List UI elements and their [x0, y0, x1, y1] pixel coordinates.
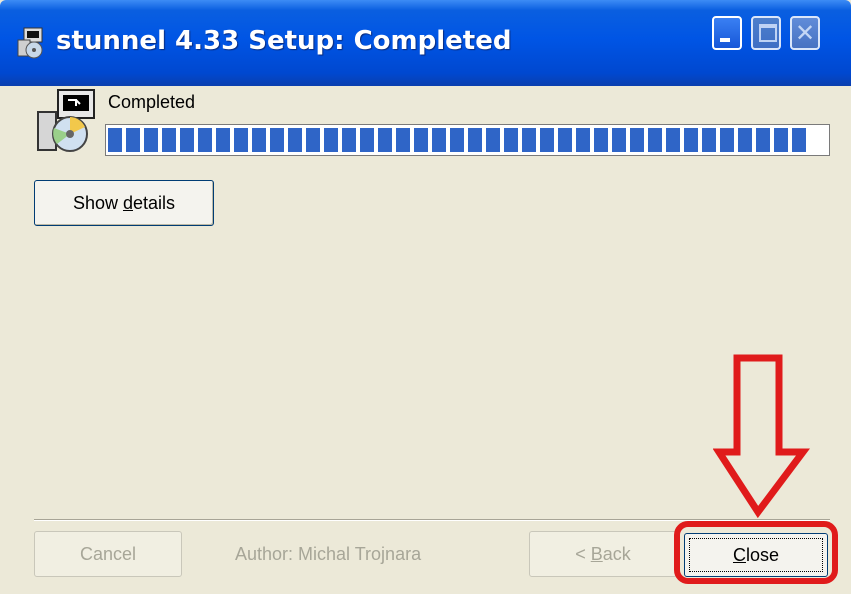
progress-block	[270, 128, 284, 152]
status-label: Completed	[108, 92, 196, 112]
progress-block	[432, 128, 446, 152]
progress-block	[216, 128, 230, 152]
cancel-button[interactable]: Cancel	[34, 531, 182, 577]
progress-fill	[108, 128, 827, 152]
progress-block	[288, 128, 302, 152]
close-icon[interactable]: ✕	[790, 16, 820, 50]
setup-window: stunnel 4.33 Setup: Completed ✕ Complete…	[0, 0, 851, 594]
progress-block	[792, 128, 806, 152]
progress-block	[576, 128, 590, 152]
progress-block	[612, 128, 626, 152]
progress-block	[630, 128, 644, 152]
progress-block	[540, 128, 554, 152]
close-highlight	[674, 521, 838, 584]
show-details-label-post: etails	[133, 193, 176, 213]
window-title: stunnel 4.33 Setup: Completed	[56, 26, 512, 56]
progress-block	[702, 128, 716, 152]
setup-app-icon	[17, 27, 43, 59]
progress-block	[504, 128, 518, 152]
back-accesskey: B	[590, 544, 603, 564]
progress-block	[180, 128, 194, 152]
show-details-label-pre: Show	[72, 193, 123, 213]
title-bar[interactable]: stunnel 4.33 Setup: Completed ✕	[0, 0, 851, 86]
progress-block	[162, 128, 176, 152]
progress-block	[774, 128, 788, 152]
show-details-accesskey: d	[122, 193, 133, 213]
progress-block	[342, 128, 356, 152]
progress-block	[756, 128, 770, 152]
back-button[interactable]: < Back	[529, 531, 677, 577]
progress-block	[144, 128, 158, 152]
progress-block	[594, 128, 608, 152]
progress-block	[252, 128, 266, 152]
progress-block	[378, 128, 392, 152]
progress-block	[450, 128, 464, 152]
progress-block	[126, 128, 140, 152]
back-label-post: ack	[602, 544, 631, 564]
progress-block	[486, 128, 500, 152]
progress-block	[414, 128, 428, 152]
red-down-arrow	[713, 354, 810, 518]
progress-block	[720, 128, 734, 152]
progress-block	[234, 128, 248, 152]
progress-block	[666, 128, 680, 152]
progress-block	[108, 128, 122, 152]
progress-block	[360, 128, 374, 152]
show-details-button[interactable]: Show details	[34, 180, 214, 226]
progress-block	[396, 128, 410, 152]
progress-bar	[105, 124, 830, 156]
back-label-pre: <	[575, 544, 591, 564]
installer-icon	[37, 89, 95, 152]
progress-block	[738, 128, 752, 152]
progress-block	[306, 128, 320, 152]
minimize-icon[interactable]	[712, 16, 742, 50]
progress-block	[198, 128, 212, 152]
progress-block	[522, 128, 536, 152]
maximize-icon[interactable]	[751, 16, 781, 50]
progress-block	[468, 128, 482, 152]
progress-block	[324, 128, 338, 152]
progress-block	[684, 128, 698, 152]
progress-block	[558, 128, 572, 152]
author-text: Author: Michal Trojnara	[235, 544, 422, 564]
progress-block	[648, 128, 662, 152]
